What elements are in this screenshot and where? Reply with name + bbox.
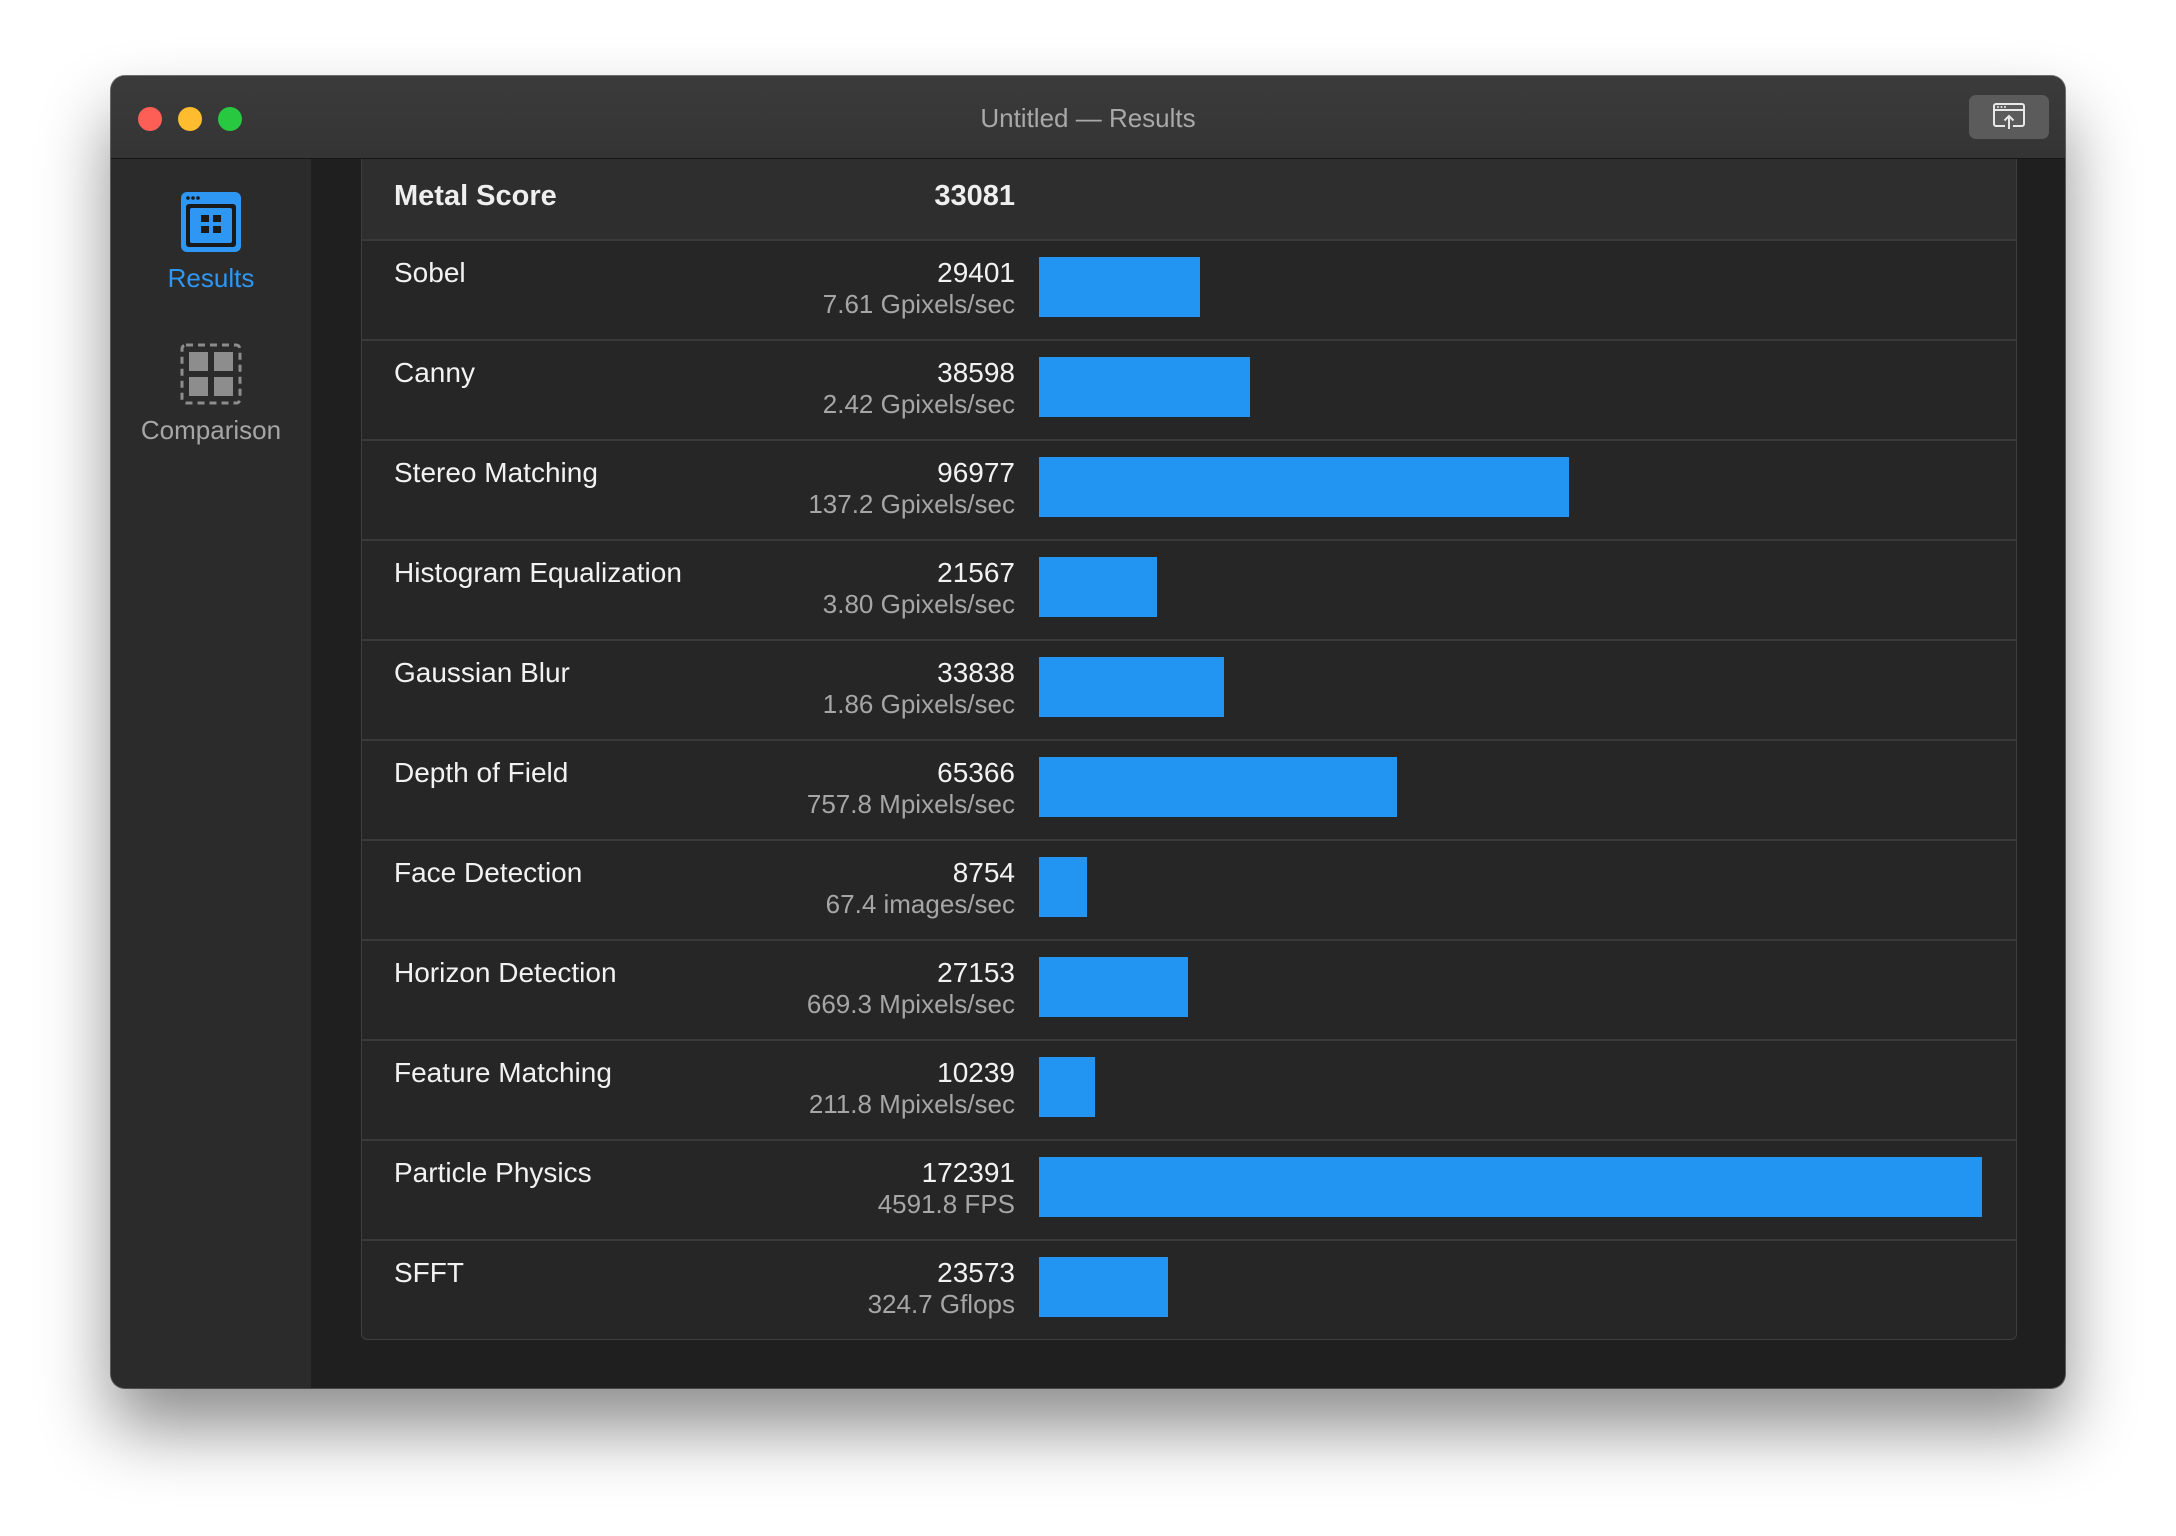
comparison-icon (180, 343, 242, 405)
score-bar (1039, 657, 1224, 717)
sidebar-item-results[interactable]: Results (111, 191, 311, 294)
sidebar-item-label: Comparison (140, 415, 282, 445)
table-row: Sobel 29401 7.61 Gpixels/sec (362, 241, 2016, 341)
sidebar: Results Comparison (111, 159, 311, 1388)
test-name: Horizon Detection (394, 957, 617, 988)
test-name: Depth of Field (394, 757, 569, 788)
table-row: Particle Physics 172391 4591.8 FPS (362, 1141, 2016, 1241)
app-window: Untitled — Results Results Comparison Me… (111, 76, 2065, 1388)
window-title: Untitled — Results (980, 103, 1196, 133)
score-bar (1039, 1157, 1982, 1217)
metal-score-row: Metal Score 33081 (362, 159, 2016, 241)
test-score: 10239 (937, 1057, 1015, 1088)
table-row: Depth of Field 65366 757.8 Mpixels/sec (362, 741, 2016, 841)
score-bar (1039, 1057, 1095, 1117)
test-rate: 3.80 Gpixels/sec (822, 589, 1015, 619)
results-icon (181, 192, 241, 252)
test-score: 65366 (937, 757, 1015, 788)
table-row: Canny 38598 2.42 Gpixels/sec (362, 341, 2016, 441)
score-bar (1039, 857, 1087, 917)
results-table: Metal Score 33081 Sobel 29401 7.61 Gpixels… (361, 159, 2017, 1340)
table-row: Stereo Matching 96977 137.2 Gpixels/sec (362, 441, 2016, 541)
score-bar (1039, 957, 1188, 1017)
share-icon (1993, 103, 2025, 131)
test-rate: 757.8 Mpixels/sec (806, 789, 1015, 819)
score-bar (1039, 1257, 1168, 1317)
table-row: Histogram Equalization 21567 3.80 Gpixels/… (362, 541, 2016, 641)
test-name: Feature Matching (394, 1057, 612, 1088)
table-row: Horizon Detection 27153 669.3 Mpixels/sec (362, 941, 2016, 1041)
table-row: Gaussian Blur 33838 1.86 Gpixels/sec (362, 641, 2016, 741)
metal-score-label: Metal Score (394, 180, 557, 212)
test-name: Canny (394, 357, 475, 388)
sidebar-item-comparison[interactable]: Comparison (111, 343, 311, 446)
test-rate: 1.86 Gpixels/sec (822, 689, 1015, 719)
test-score: 38598 (937, 357, 1015, 388)
test-rate: 669.3 Mpixels/sec (806, 989, 1015, 1019)
test-rate: 324.7 Gflops (867, 1289, 1015, 1319)
test-score: 27153 (937, 957, 1015, 988)
test-rate: 7.61 Gpixels/sec (822, 289, 1015, 319)
table-row: Feature Matching 10239 211.8 Mpixels/sec (362, 1041, 2016, 1141)
table-row: Face Detection 8754 67.4 images/sec (362, 841, 2016, 941)
sidebar-item-label: Results (167, 263, 255, 293)
test-name: Stereo Matching (394, 457, 598, 488)
title-bar: Untitled — Results (111, 76, 2065, 159)
test-name: Gaussian Blur (394, 657, 570, 688)
test-rate: 4591.8 FPS (877, 1189, 1015, 1219)
share-button[interactable] (1969, 95, 2049, 139)
test-name: Histogram Equalization (394, 557, 682, 588)
score-bar (1039, 557, 1157, 617)
test-rate: 211.8 Mpixels/sec (808, 1089, 1015, 1119)
test-score: 29401 (937, 257, 1015, 288)
test-name: Face Detection (394, 857, 583, 888)
table-row: SFFT 23573 324.7 Gflops (362, 1241, 2016, 1339)
test-name: Particle Physics (394, 1157, 592, 1188)
test-rate: 2.42 Gpixels/sec (822, 389, 1015, 419)
score-bar (1039, 757, 1397, 817)
test-name: Sobel (394, 257, 466, 288)
test-name: SFFT (394, 1257, 464, 1288)
test-score: 96977 (937, 457, 1015, 488)
test-score: 21567 (937, 557, 1015, 588)
test-rate: 137.2 Gpixels/sec (808, 489, 1015, 519)
test-score: 23573 (937, 1257, 1015, 1288)
test-score: 33838 (937, 657, 1015, 688)
metal-score-value: 33081 (934, 180, 1015, 212)
test-score: 172391 (921, 1157, 1015, 1188)
score-bar (1039, 257, 1200, 317)
test-score: 8754 (952, 857, 1015, 888)
score-bar (1039, 457, 1569, 517)
score-bar (1039, 357, 1250, 417)
test-rate: 67.4 images/sec (825, 889, 1015, 919)
